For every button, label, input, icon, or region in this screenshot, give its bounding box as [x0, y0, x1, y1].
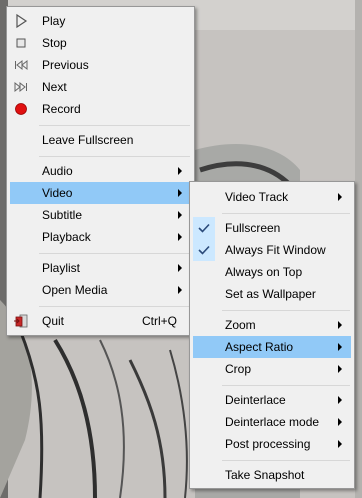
menu-item-audio[interactable]: Audio: [10, 160, 191, 182]
menu-item-deinterlace[interactable]: Deinterlace: [193, 389, 351, 411]
menu-item-play[interactable]: Play: [10, 10, 191, 32]
menu-item-set-as-wallpaper[interactable]: Set as Wallpaper: [193, 283, 351, 305]
menu-separator: [222, 385, 350, 386]
menu-item-playback[interactable]: Playback: [10, 226, 191, 248]
menu-item-zoom[interactable]: Zoom: [193, 314, 351, 336]
menu-item-label: Record: [42, 102, 81, 116]
menu-item-aspect-ratio[interactable]: Aspect Ratio: [193, 336, 351, 358]
previous-icon: [13, 57, 29, 73]
menu-item-leave-fullscreen[interactable]: Leave Fullscreen: [10, 129, 191, 151]
menu-item-label: Playback: [42, 230, 91, 244]
menu-item-playlist[interactable]: Playlist: [10, 257, 191, 279]
menu-separator: [39, 253, 190, 254]
menu-item-previous[interactable]: Previous: [10, 54, 191, 76]
menu-separator: [222, 310, 350, 311]
next-icon: [13, 79, 29, 95]
menu-item-label: Take Snapshot: [225, 468, 305, 482]
menu-item-take-snapshot[interactable]: Take Snapshot: [193, 464, 351, 486]
menu-separator: [222, 213, 350, 214]
menu-item-deinterlace-mode[interactable]: Deinterlace mode: [193, 411, 351, 433]
menu-item-shortcut: Ctrl+Q: [141, 314, 177, 328]
menu-item-label: Play: [42, 14, 66, 28]
menu-item-label: Always on Top: [225, 265, 303, 279]
menu-item-label: Aspect Ratio: [225, 340, 294, 354]
menu-item-label: Post processing: [225, 437, 311, 451]
quit-icon: [13, 313, 29, 329]
menu-item-label: Quit: [42, 314, 65, 328]
menu-item-label: Video Track: [225, 190, 289, 204]
menu-item-always-on-top[interactable]: Always on Top: [193, 261, 351, 283]
menu-item-label: Leave Fullscreen: [42, 133, 134, 147]
stop-icon: [13, 35, 29, 51]
context-menu: Play Stop Previous Next Record Leave Ful…: [6, 6, 195, 336]
submenu-arrow-icon: [338, 440, 342, 448]
submenu-arrow-icon: [338, 193, 342, 201]
menu-item-label: Next: [42, 80, 67, 94]
menu-item-open-media[interactable]: Open Media: [10, 279, 191, 301]
menu-separator: [39, 156, 190, 157]
menu-item-label: Subtitle: [42, 208, 83, 222]
video-submenu: Video Track Fullscreen Always Fit Window…: [189, 181, 355, 489]
submenu-arrow-icon: [178, 264, 182, 272]
menu-separator: [222, 460, 350, 461]
submenu-arrow-icon: [338, 321, 342, 329]
menu-item-label: Stop: [42, 36, 67, 50]
menu-item-record[interactable]: Record: [10, 98, 191, 120]
menu-item-quit[interactable]: Quit Ctrl+Q: [10, 310, 191, 332]
submenu-arrow-icon: [338, 343, 342, 351]
menu-item-label: Deinterlace: [225, 393, 286, 407]
menu-item-fullscreen[interactable]: Fullscreen: [193, 217, 351, 239]
submenu-arrow-icon: [178, 233, 182, 241]
play-icon: [13, 13, 29, 29]
menu-item-label: Audio: [42, 164, 73, 178]
menu-item-label: Previous: [42, 58, 89, 72]
menu-item-video[interactable]: Video: [10, 182, 191, 204]
submenu-arrow-icon: [338, 365, 342, 373]
checkmark-icon: [196, 220, 212, 239]
submenu-arrow-icon: [178, 167, 182, 175]
menu-item-label: Video: [42, 186, 73, 200]
menu-item-always-fit-window[interactable]: Always Fit Window: [193, 239, 351, 261]
menu-separator: [39, 306, 190, 307]
menu-item-next[interactable]: Next: [10, 76, 191, 98]
menu-separator: [39, 125, 190, 126]
checkmark-icon: [196, 242, 212, 261]
submenu-arrow-icon: [178, 211, 182, 219]
submenu-arrow-icon: [338, 396, 342, 404]
menu-item-label: Crop: [225, 362, 252, 376]
submenu-arrow-icon: [178, 286, 182, 294]
record-icon: [13, 101, 29, 117]
menu-item-label: Playlist: [42, 261, 81, 275]
menu-item-post-processing[interactable]: Post processing: [193, 433, 351, 455]
menu-item-label: Zoom: [225, 318, 256, 332]
menu-item-label: Fullscreen: [225, 221, 281, 235]
menu-item-stop[interactable]: Stop: [10, 32, 191, 54]
submenu-arrow-icon: [338, 418, 342, 426]
menu-item-video-track[interactable]: Video Track: [193, 186, 351, 208]
menu-item-label: Deinterlace mode: [225, 415, 320, 429]
menu-item-label: Open Media: [42, 283, 108, 297]
menu-item-subtitle[interactable]: Subtitle: [10, 204, 191, 226]
submenu-arrow-icon: [178, 189, 182, 197]
menu-item-label: Set as Wallpaper: [225, 287, 316, 301]
menu-item-label: Always Fit Window: [225, 243, 326, 257]
menu-item-crop[interactable]: Crop: [193, 358, 351, 380]
